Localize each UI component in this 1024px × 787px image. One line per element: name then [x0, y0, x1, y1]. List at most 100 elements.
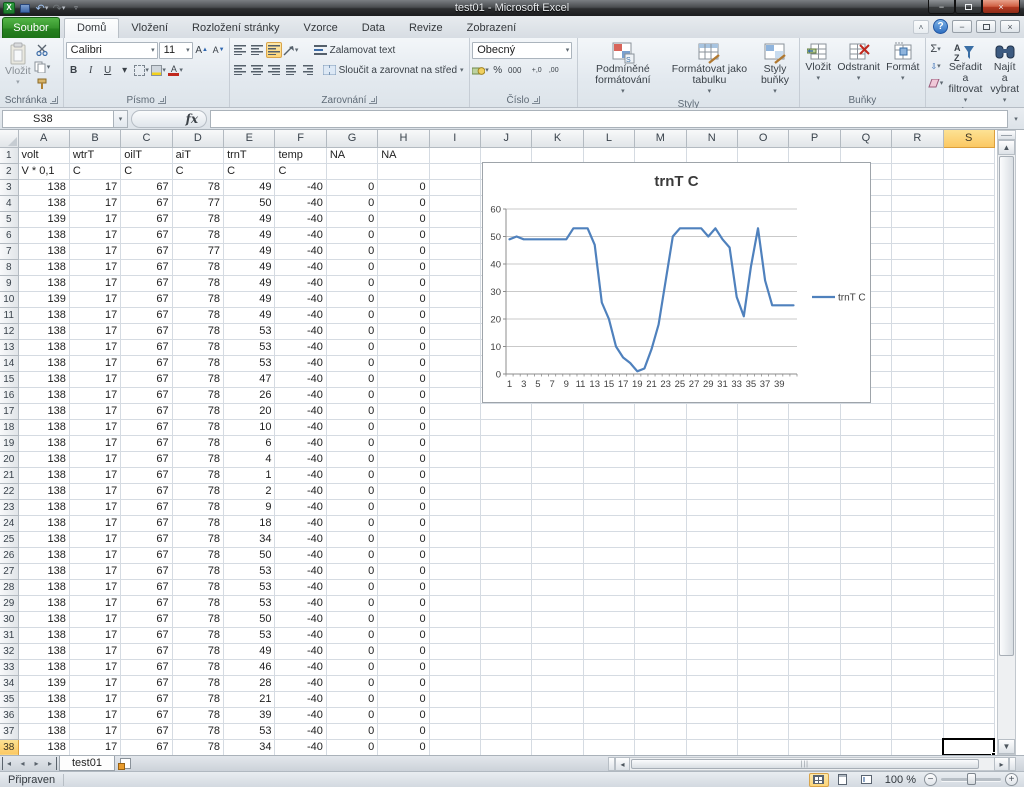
cell-J30[interactable]	[481, 611, 532, 627]
cell-Q23[interactable]	[840, 499, 891, 515]
minimize-ribbon-icon[interactable]: ˄	[913, 20, 929, 34]
underline-dropdown[interactable]: ▾	[117, 62, 133, 78]
cell-Q24[interactable]	[840, 515, 891, 531]
cell-C28[interactable]: 67	[121, 579, 172, 595]
cell-E11[interactable]: 49	[224, 307, 275, 323]
row-header-7[interactable]: 7	[0, 243, 18, 259]
cell-I17[interactable]	[429, 403, 480, 419]
row-header-15[interactable]: 15	[0, 371, 18, 387]
cell-B23[interactable]: 17	[69, 499, 120, 515]
column-header-F[interactable]: F	[275, 130, 326, 147]
cell-A25[interactable]: 138	[18, 531, 69, 547]
row-header-31[interactable]: 31	[0, 627, 18, 643]
row-header-30[interactable]: 30	[0, 611, 18, 627]
row-header-1[interactable]: 1	[0, 147, 18, 163]
cell-S21[interactable]	[943, 467, 994, 483]
row-header-11[interactable]: 11	[0, 307, 18, 323]
cell-S6[interactable]	[943, 227, 994, 243]
cell-Q28[interactable]	[840, 579, 891, 595]
cell-C3[interactable]: 67	[121, 179, 172, 195]
cell-H27[interactable]: 0	[378, 563, 429, 579]
cell-F22[interactable]: -40	[275, 483, 326, 499]
cell-S3[interactable]	[943, 179, 994, 195]
cell-L31[interactable]	[583, 627, 634, 643]
cell-J35[interactable]	[481, 691, 532, 707]
cell-A7[interactable]: 138	[18, 243, 69, 259]
cell-C18[interactable]: 67	[121, 419, 172, 435]
row-header-18[interactable]: 18	[0, 419, 18, 435]
cell-F20[interactable]: -40	[275, 451, 326, 467]
cell-F4[interactable]: -40	[275, 195, 326, 211]
cell-F35[interactable]: -40	[275, 691, 326, 707]
align-right-button[interactable]	[266, 62, 282, 78]
cell-M29[interactable]	[635, 595, 686, 611]
cell-R8[interactable]	[892, 259, 943, 275]
cell-N29[interactable]	[686, 595, 737, 611]
row-header-25[interactable]: 25	[0, 531, 18, 547]
cell-C31[interactable]: 67	[121, 627, 172, 643]
cell-M27[interactable]	[635, 563, 686, 579]
vertical-scroll-thumb[interactable]	[999, 156, 1014, 656]
font-name-combo[interactable]: Calibri▾	[66, 42, 158, 59]
fill-button[interactable]: ⇩▾	[928, 58, 944, 74]
cell-Q37[interactable]	[840, 723, 891, 739]
normal-view-button[interactable]	[809, 773, 829, 787]
cell-Q27[interactable]	[840, 563, 891, 579]
cell-J32[interactable]	[481, 643, 532, 659]
cell-R32[interactable]	[892, 643, 943, 659]
cell-J22[interactable]	[481, 483, 532, 499]
cell-D27[interactable]: 78	[172, 563, 223, 579]
cell-G29[interactable]: 0	[326, 595, 377, 611]
cell-K35[interactable]	[532, 691, 583, 707]
cell-C35[interactable]: 67	[121, 691, 172, 707]
cell-G27[interactable]: 0	[326, 563, 377, 579]
cell-H6[interactable]: 0	[378, 227, 429, 243]
cell-I27[interactable]	[429, 563, 480, 579]
cell-J25[interactable]	[481, 531, 532, 547]
cell-B7[interactable]: 17	[69, 243, 120, 259]
cell-A3[interactable]: 138	[18, 179, 69, 195]
cell-M32[interactable]	[635, 643, 686, 659]
cell-B4[interactable]: 17	[69, 195, 120, 211]
row-header-10[interactable]: 10	[0, 291, 18, 307]
cell-D30[interactable]: 78	[172, 611, 223, 627]
cell-Q34[interactable]	[840, 675, 891, 691]
fill-color-button[interactable]: ▾	[151, 62, 167, 78]
row-header-2[interactable]: 2	[0, 163, 18, 179]
cell-B18[interactable]: 17	[69, 419, 120, 435]
cell-E6[interactable]: 49	[224, 227, 275, 243]
row-header-19[interactable]: 19	[0, 435, 18, 451]
cell-G1[interactable]: NA	[326, 147, 377, 163]
cell-P37[interactable]	[789, 723, 840, 739]
insert-function-button[interactable]: fx	[131, 110, 207, 128]
cell-H29[interactable]: 0	[378, 595, 429, 611]
cell-M21[interactable]	[635, 467, 686, 483]
cell-E24[interactable]: 18	[224, 515, 275, 531]
cell-N22[interactable]	[686, 483, 737, 499]
cell-D7[interactable]: 77	[172, 243, 223, 259]
cell-L28[interactable]	[583, 579, 634, 595]
help-button[interactable]: ?	[933, 19, 948, 34]
row-header-9[interactable]: 9	[0, 275, 18, 291]
cell-S8[interactable]	[943, 259, 994, 275]
insert-cells-button[interactable]: Vložit▾	[802, 40, 834, 93]
cell-S4[interactable]	[943, 195, 994, 211]
cell-S26[interactable]	[943, 547, 994, 563]
cell-A2[interactable]: V * 0,1	[18, 163, 69, 179]
cell-I33[interactable]	[429, 659, 480, 675]
name-box-dropdown[interactable]: ▾	[114, 110, 128, 128]
cell-G14[interactable]: 0	[326, 355, 377, 371]
cell-A8[interactable]: 138	[18, 259, 69, 275]
cell-J1[interactable]	[481, 147, 532, 163]
cell-P18[interactable]	[789, 419, 840, 435]
cell-B10[interactable]: 17	[69, 291, 120, 307]
autosum-button[interactable]: Σ▾	[928, 41, 944, 57]
cell-R14[interactable]	[892, 355, 943, 371]
cell-L25[interactable]	[583, 531, 634, 547]
cell-L30[interactable]	[583, 611, 634, 627]
cell-B16[interactable]: 17	[69, 387, 120, 403]
cell-D24[interactable]: 78	[172, 515, 223, 531]
horizontal-scrollbar[interactable]: ◂ ||| ▸	[608, 757, 1016, 771]
border-button[interactable]: ▾	[134, 62, 150, 78]
embedded-chart[interactable]: 0102030405060135791113151719212325272931…	[482, 162, 871, 403]
